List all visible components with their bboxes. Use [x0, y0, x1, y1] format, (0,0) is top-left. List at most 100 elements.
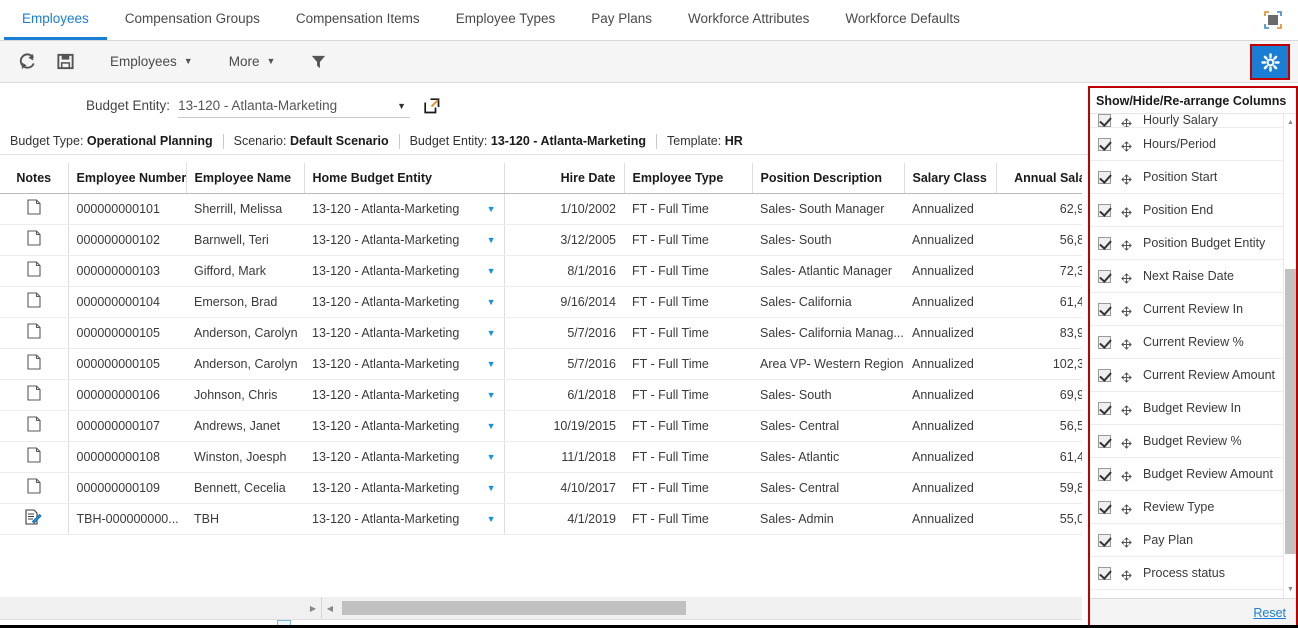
- cell-hire-date[interactable]: 4/10/2017: [504, 472, 624, 504]
- table-row[interactable]: 000000000108 Winston, Joesph 13-120 - Atla…: [0, 441, 1082, 473]
- column-toggle-item[interactable]: Position Budget Entity: [1090, 227, 1296, 260]
- column-toggle-item[interactable]: Position Start: [1090, 161, 1296, 194]
- move-handle-icon[interactable]: [1121, 436, 1132, 449]
- cell-home-budget-entity[interactable]: 13-120 - Atlanta-Marketing ▼: [304, 348, 505, 380]
- chevron-down-icon[interactable]: ▼: [487, 421, 496, 431]
- table-row[interactable]: 000000000106 Johnson, Chris 13-120 - Atlan…: [0, 379, 1082, 411]
- cell-salary-class[interactable]: Annualized: [904, 441, 996, 473]
- cell-hire-date[interactable]: 6/1/2018: [504, 379, 624, 411]
- cell-annual-salary[interactable]: 59,800: [996, 472, 1082, 504]
- column-toggle-item[interactable]: Current Review In: [1090, 293, 1296, 326]
- move-handle-icon[interactable]: [1121, 271, 1132, 284]
- cell-employee-number[interactable]: 000000000103: [68, 255, 186, 287]
- cell-employee-type[interactable]: FT - Full Time: [624, 441, 752, 473]
- cell-employee-name[interactable]: Gifford, Mark: [186, 255, 304, 287]
- cell-position-description[interactable]: Area VP- Western Region: [752, 348, 904, 380]
- refresh-icon[interactable]: [10, 47, 44, 77]
- cell-position-description[interactable]: Sales- Central: [752, 472, 904, 504]
- cell-home-budget-entity[interactable]: 13-120 - Atlanta-Marketing ▼: [304, 286, 505, 318]
- column-toggle-item[interactable]: Current Review %: [1090, 326, 1296, 359]
- maximize-icon[interactable]: [1262, 9, 1284, 31]
- grid-scroll-track[interactable]: [338, 597, 1082, 619]
- table-row[interactable]: 000000000107 Andrews, Janet 13-120 - Atlan…: [0, 410, 1082, 442]
- cell-employee-name[interactable]: TBH: [186, 503, 304, 535]
- settings-gear-button[interactable]: [1250, 44, 1290, 80]
- column-toggle-item[interactable]: Budget Review %: [1090, 425, 1296, 458]
- cell-employee-name[interactable]: Anderson, Carolyn: [186, 348, 304, 380]
- cell-employee-type[interactable]: FT - Full Time: [624, 503, 752, 535]
- cell-home-budget-entity[interactable]: 13-120 - Atlanta-Marketing ▼: [304, 193, 505, 225]
- grid-header-home-budget-entity[interactable]: Home Budget Entity: [304, 163, 505, 194]
- cell-annual-salary[interactable]: 56,885: [996, 224, 1082, 256]
- column-visible-checkbox[interactable]: [1098, 434, 1111, 448]
- cell-salary-class[interactable]: Annualized: [904, 286, 996, 318]
- save-icon[interactable]: [48, 47, 82, 77]
- cell-annual-salary[interactable]: 55,000: [996, 503, 1082, 535]
- column-visible-checkbox[interactable]: [1098, 533, 1111, 547]
- cell-employee-number[interactable]: 000000000105: [68, 348, 186, 380]
- table-row[interactable]: 000000000105 Anderson, Carolyn 13-120 - At…: [0, 317, 1082, 349]
- chevron-down-icon[interactable]: ▼: [487, 328, 496, 338]
- chevron-down-icon[interactable]: ▼: [487, 514, 496, 524]
- filter-icon[interactable]: [301, 47, 335, 77]
- cell-employee-name[interactable]: Johnson, Chris: [186, 379, 304, 411]
- column-panel-scrollbar[interactable]: ▲ ▼: [1283, 114, 1296, 598]
- grid-header-employee-number[interactable]: Employee Number: [68, 163, 187, 194]
- cell-home-budget-entity[interactable]: 13-120 - Atlanta-Marketing ▼: [304, 224, 505, 256]
- column-toggle-item[interactable]: Hours/Period: [1090, 128, 1296, 161]
- cell-hire-date[interactable]: 5/7/2016: [504, 348, 624, 380]
- column-toggle-item[interactable]: Review Type: [1090, 491, 1296, 524]
- cell-employee-type[interactable]: FT - Full Time: [624, 317, 752, 349]
- note-icon[interactable]: [0, 441, 69, 473]
- cell-employee-type[interactable]: FT - Full Time: [624, 193, 752, 225]
- grid-header-employee-type[interactable]: Employee Type: [624, 163, 753, 194]
- move-handle-icon[interactable]: [1121, 172, 1132, 185]
- cell-employee-name[interactable]: Winston, Joesph: [186, 441, 304, 473]
- cell-employee-name[interactable]: Andrews, Janet: [186, 410, 304, 442]
- cell-position-description[interactable]: Sales- South Manager: [752, 193, 904, 225]
- cell-employee-number[interactable]: 000000000104: [68, 286, 186, 318]
- note-icon[interactable]: [0, 224, 69, 256]
- column-toggle-item[interactable]: Hourly Salary: [1090, 114, 1296, 128]
- grid-scroll-thumb[interactable]: [342, 601, 686, 615]
- tab-pay-plans[interactable]: Pay Plans: [573, 0, 670, 40]
- cell-employee-type[interactable]: FT - Full Time: [624, 286, 752, 318]
- budget-entity-select[interactable]: 13-120 - Atlanta-Marketing ▼: [178, 94, 411, 118]
- cell-employee-type[interactable]: FT - Full Time: [624, 410, 752, 442]
- cell-annual-salary[interactable]: 72,300: [996, 255, 1082, 287]
- cell-employee-number[interactable]: 000000000108: [68, 441, 186, 473]
- cell-salary-class[interactable]: Annualized: [904, 224, 996, 256]
- cell-annual-salary[interactable]: 102,300: [996, 348, 1082, 380]
- column-visible-checkbox[interactable]: [1098, 302, 1111, 316]
- note-icon[interactable]: [0, 379, 69, 411]
- column-toggle-item[interactable]: Position End: [1090, 194, 1296, 227]
- column-visible-checkbox[interactable]: [1098, 335, 1111, 349]
- cell-salary-class[interactable]: Annualized: [904, 410, 996, 442]
- grid-header-position-description[interactable]: Position Description: [752, 163, 905, 194]
- cell-position-description[interactable]: Sales- Central: [752, 410, 904, 442]
- tab-employees[interactable]: Employees: [4, 0, 107, 40]
- tab-workforce-defaults[interactable]: Workforce Defaults: [827, 0, 978, 40]
- column-visible-checkbox[interactable]: [1098, 566, 1111, 580]
- table-row[interactable]: 000000000103 Gifford, Mark 13-120 - Atlant…: [0, 255, 1082, 287]
- more-dropdown[interactable]: More ▼: [217, 47, 288, 77]
- cell-hire-date[interactable]: 10/19/2015: [504, 410, 624, 442]
- cell-employee-number[interactable]: 000000000106: [68, 379, 186, 411]
- chevron-down-icon[interactable]: ▼: [487, 235, 496, 245]
- cell-home-budget-entity[interactable]: 13-120 - Atlanta-Marketing ▼: [304, 379, 505, 411]
- move-handle-icon[interactable]: [1121, 116, 1132, 127]
- table-row[interactable]: 000000000102 Barnwell, Teri 13-120 - Atlan…: [0, 224, 1082, 256]
- cell-salary-class[interactable]: Annualized: [904, 348, 996, 380]
- column-visible-checkbox[interactable]: [1098, 114, 1111, 127]
- cell-position-description[interactable]: Sales- South: [752, 379, 904, 411]
- cell-salary-class[interactable]: Annualized: [904, 379, 996, 411]
- cell-home-budget-entity[interactable]: 13-120 - Atlanta-Marketing ▼: [304, 255, 505, 287]
- column-visible-checkbox[interactable]: [1098, 368, 1111, 382]
- scroll-right-arrow-left-pane[interactable]: ▶: [305, 597, 321, 619]
- cell-annual-salary[interactable]: 61,400: [996, 441, 1082, 473]
- grid-header-salary-class[interactable]: Salary Class: [904, 163, 997, 194]
- column-panel-scroll-thumb[interactable]: [1285, 269, 1296, 554]
- cell-employee-number[interactable]: 000000000105: [68, 317, 186, 349]
- cell-employee-number[interactable]: 000000000109: [68, 472, 186, 504]
- popout-icon[interactable]: [424, 97, 440, 114]
